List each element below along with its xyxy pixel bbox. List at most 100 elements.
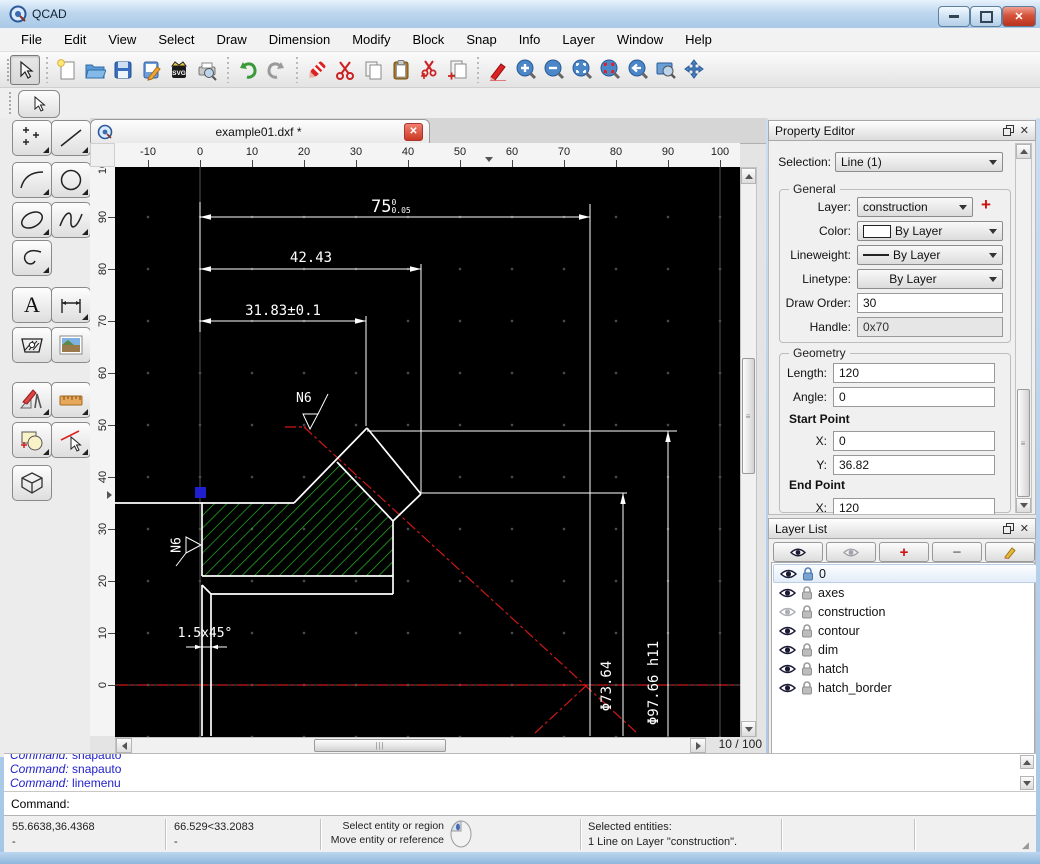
layer-lock-icon[interactable] xyxy=(801,624,813,638)
selection-combobox[interactable]: Line (1) xyxy=(835,152,1003,172)
menu-draw[interactable]: Draw xyxy=(205,29,257,50)
layer-visible-icon[interactable] xyxy=(779,682,796,694)
menu-info[interactable]: Info xyxy=(508,29,552,50)
ellipse-tool-button[interactable] xyxy=(12,202,52,238)
resize-grip[interactable]: ◢ xyxy=(1022,840,1029,851)
command-history[interactable]: Command: snapauto Command: snapauto Comm… xyxy=(4,753,1036,792)
copy-button[interactable] xyxy=(359,56,387,84)
layer-row-dim[interactable]: dim xyxy=(773,640,1037,659)
layer-row-hatch-border[interactable]: hatch_border xyxy=(773,678,1037,697)
canvas-vertical-scrollbar[interactable]: ≡ xyxy=(740,167,757,737)
history-scroll-down-button[interactable] xyxy=(1020,776,1034,790)
layer-lock-icon[interactable] xyxy=(801,605,813,619)
layer-hidden-icon[interactable] xyxy=(779,606,796,618)
draw-order-field[interactable]: 30 xyxy=(857,293,1003,313)
save-as-button[interactable] xyxy=(137,56,165,84)
canvas-horizontal-scrollbar[interactable]: ||| xyxy=(115,737,706,754)
hide-all-layers-button[interactable] xyxy=(826,542,876,562)
start-x-field[interactable]: 0 xyxy=(833,431,995,451)
dimension-tool-button[interactable] xyxy=(51,287,91,323)
menu-select[interactable]: Select xyxy=(147,29,205,50)
start-y-field[interactable]: 36.82 xyxy=(833,455,995,475)
float-panel-button[interactable] xyxy=(1003,125,1014,136)
property-editor-scrollbar[interactable]: ≡ xyxy=(1015,143,1032,513)
layer-visible-icon[interactable] xyxy=(780,568,797,580)
menu-view[interactable]: View xyxy=(97,29,147,50)
auto-zoom-button[interactable] xyxy=(568,56,596,84)
layer-combobox[interactable]: construction xyxy=(857,197,973,217)
history-scroll-up-button[interactable] xyxy=(1020,755,1034,769)
add-layer-inline-button[interactable]: + xyxy=(981,195,991,215)
open-file-button[interactable] xyxy=(81,56,109,84)
color-combobox[interactable]: By Layer xyxy=(857,221,1003,241)
horizontal-scroll-thumb[interactable]: ||| xyxy=(314,739,446,752)
remove-layer-button[interactable]: − xyxy=(932,542,982,562)
specialty-draw-tool-button[interactable] xyxy=(12,382,52,418)
show-all-layers-button[interactable] xyxy=(773,542,823,562)
menu-window[interactable]: Window xyxy=(606,29,674,50)
menu-snap[interactable]: Snap xyxy=(455,29,507,50)
layer-lock-icon[interactable] xyxy=(801,681,813,695)
scroll-left-button[interactable] xyxy=(116,738,132,753)
new-file-button[interactable] xyxy=(53,56,81,84)
redo-button[interactable] xyxy=(262,56,290,84)
spline-tool-button[interactable] xyxy=(51,202,91,238)
text-tool-button[interactable]: A xyxy=(12,287,52,323)
command-input[interactable]: Command: xyxy=(4,791,1036,815)
selection-tool-button[interactable] xyxy=(10,55,40,85)
point-tool-button[interactable] xyxy=(12,120,52,156)
layer-lock-icon[interactable] xyxy=(802,567,814,581)
undo-button[interactable] xyxy=(234,56,262,84)
close-panel-button[interactable]: ✕ xyxy=(1020,522,1029,535)
zoom-out-button[interactable] xyxy=(540,56,568,84)
selection-reference-handle[interactable] xyxy=(195,487,206,498)
menu-block[interactable]: Block xyxy=(402,29,456,50)
layer-lock-icon[interactable] xyxy=(801,662,813,676)
menu-edit[interactable]: Edit xyxy=(53,29,97,50)
layer-row-construction[interactable]: construction xyxy=(773,602,1037,621)
scroll-down-button[interactable] xyxy=(741,721,756,737)
lineweight-combobox[interactable]: By Layer xyxy=(857,245,1003,265)
length-field[interactable]: 120 xyxy=(833,363,995,383)
linetype-combobox[interactable]: By Layer xyxy=(857,269,1003,289)
float-panel-button[interactable] xyxy=(1003,523,1014,534)
view-3d-tool-button[interactable] xyxy=(12,465,52,501)
layer-row-axes[interactable]: axes xyxy=(773,583,1037,602)
layer-row-0[interactable]: 0 xyxy=(773,564,1037,583)
add-layer-button[interactable]: + xyxy=(879,542,929,562)
maximize-button[interactable] xyxy=(970,6,1002,27)
layer-visible-icon[interactable] xyxy=(779,644,796,656)
save-file-button[interactable] xyxy=(109,56,137,84)
polyline-tool-button[interactable] xyxy=(12,240,52,276)
svg-export-button[interactable]: SVG xyxy=(165,56,193,84)
copy-with-reference-button[interactable] xyxy=(443,56,471,84)
end-x-field[interactable]: 120 xyxy=(833,498,995,515)
erase-button[interactable] xyxy=(303,56,331,84)
measure-tool-button[interactable] xyxy=(51,382,91,418)
zoom-in-button[interactable] xyxy=(512,56,540,84)
layer-lock-icon[interactable] xyxy=(801,643,813,657)
scroll-up-button[interactable] xyxy=(741,168,756,184)
cut-button[interactable] xyxy=(331,56,359,84)
menu-modify[interactable]: Modify xyxy=(341,29,401,50)
close-panel-button[interactable]: ✕ xyxy=(1020,124,1029,137)
layer-row-hatch[interactable]: hatch xyxy=(773,659,1037,678)
scroll-up-button[interactable] xyxy=(1016,144,1031,159)
circle-tool-button[interactable] xyxy=(51,162,91,198)
tab-close-button[interactable]: ✕ xyxy=(404,123,423,141)
menu-help[interactable]: Help xyxy=(674,29,723,50)
menu-file[interactable]: File xyxy=(10,29,53,50)
edit-layer-button[interactable] xyxy=(985,542,1035,562)
hatch-tool-button[interactable] xyxy=(12,327,52,363)
close-button[interactable]: ✕ xyxy=(1002,6,1036,27)
arc-tool-button[interactable] xyxy=(12,162,52,198)
scroll-thumb[interactable]: ≡ xyxy=(1017,389,1030,497)
layer-visible-icon[interactable] xyxy=(779,663,796,675)
image-tool-button[interactable] xyxy=(51,327,91,363)
drawing-canvas[interactable]: 75 0 0.05 42.43 31.83±0.1 1.5x45° Φ73.64… xyxy=(115,167,740,737)
draw-pencil-button[interactable] xyxy=(484,56,512,84)
vertical-scroll-thumb[interactable]: ≡ xyxy=(742,358,755,474)
modify-tool-button[interactable] xyxy=(51,422,91,458)
previous-view-button[interactable] xyxy=(624,56,652,84)
toolbar-handle[interactable] xyxy=(8,92,12,114)
